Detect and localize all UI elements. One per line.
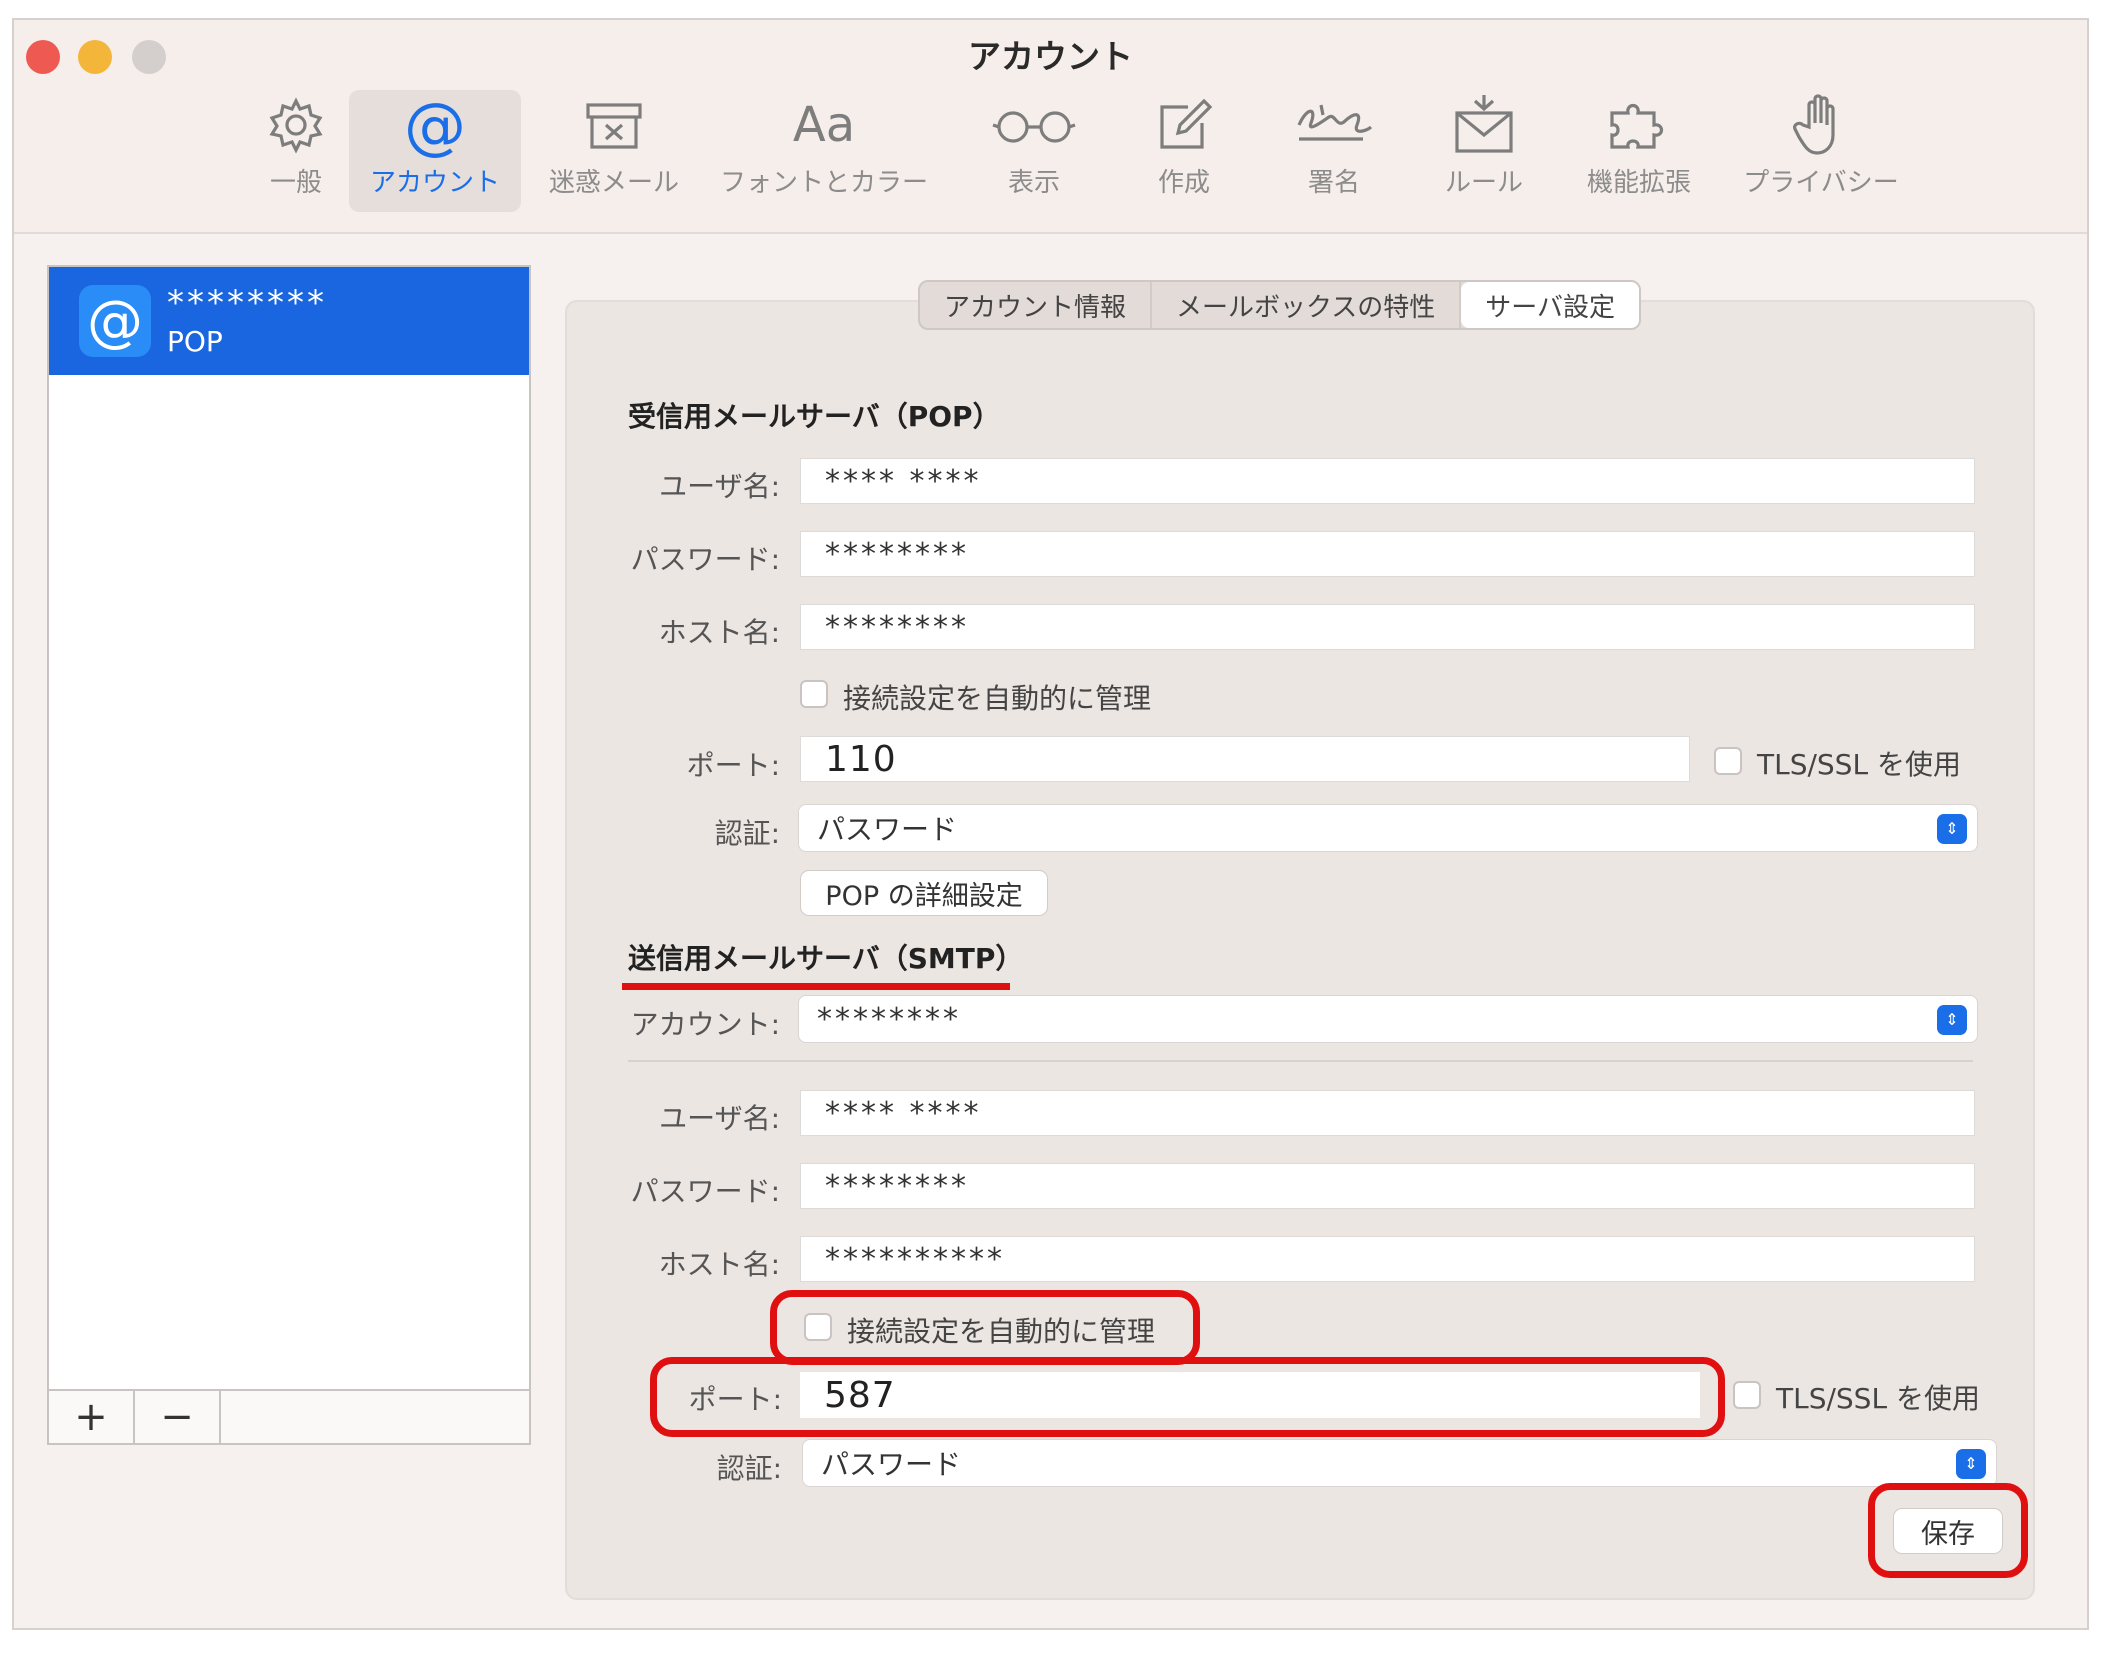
gear-icon <box>269 97 323 154</box>
highlight-underline <box>622 983 1010 990</box>
incoming-host-field[interactable]: ******** <box>800 604 1975 650</box>
incoming-password-field[interactable]: ******** <box>800 531 1975 577</box>
remove-account-button[interactable]: − <box>135 1391 221 1443</box>
glasses-icon <box>992 111 1076 143</box>
incoming-auth-value: パスワード <box>817 813 958 846</box>
toolbar-label: ルール <box>1444 168 1523 198</box>
toolbar-privacy[interactable]: プライバシー <box>1736 90 1906 212</box>
toolbar-general[interactable]: 一般 <box>236 90 356 212</box>
incoming-tls-checkbox[interactable] <box>1714 747 1742 775</box>
toolbar-label: アカウント <box>369 168 500 198</box>
signature-icon <box>1297 104 1373 141</box>
outgoing-account-value: ******** <box>817 1001 961 1037</box>
incoming-auth-label: 認証: <box>714 817 780 850</box>
add-account-button[interactable]: + <box>49 1391 135 1443</box>
outgoing-tls-checkbox[interactable] <box>1733 1381 1761 1409</box>
toolbar-fonts[interactable]: Aa フォントとカラー <box>709 90 939 212</box>
outgoing-auth-select[interactable]: パスワード ⇕ <box>802 1439 1997 1487</box>
chevron-updown-icon: ⇕ <box>1956 1449 1986 1479</box>
compose-icon <box>1160 98 1213 149</box>
titlebar: アカウント 一般 @ アカウント 迷惑メール Aa フォントとカラー 表示 作成 <box>14 20 2087 234</box>
toolbar-label: フォントとカラー <box>719 168 928 198</box>
outgoing-account-select[interactable]: ******** ⇕ <box>798 995 1978 1043</box>
window-title: アカウント <box>968 37 1133 76</box>
toolbar-label: プライバシー <box>1743 168 1899 198</box>
toolbar-extensions[interactable]: 機能拡張 <box>1574 90 1704 212</box>
outgoing-username-field[interactable]: **** **** <box>800 1090 1975 1136</box>
tab-mailbox-behaviors[interactable]: メールボックスの特性 <box>1152 282 1462 328</box>
separator <box>628 1060 1973 1062</box>
incoming-auth-select[interactable]: パスワード ⇕ <box>798 804 1978 852</box>
toolbar-label: 一般 <box>269 168 322 198</box>
toolbar-label: 表示 <box>1007 168 1060 198</box>
pop-advanced-button[interactable]: POP の詳細設定 <box>800 870 1048 916</box>
toolbar-accounts[interactable]: @ アカウント <box>349 88 521 212</box>
account-row-selected[interactable]: @ ******** POP <box>49 267 529 375</box>
account-list[interactable]: @ ******** POP + − <box>47 265 531 1445</box>
outgoing-port-label: ポート: <box>688 1383 782 1416</box>
account-list-toolbar: + − <box>47 1389 531 1445</box>
at-icon: @ <box>404 88 466 162</box>
at-icon: @ <box>79 285 151 357</box>
save-button[interactable]: 保存 <box>1893 1508 2003 1554</box>
incoming-port-field[interactable]: 110 <box>800 736 1690 782</box>
chevron-updown-icon: ⇕ <box>1937 1005 1967 1035</box>
incoming-port-label: ポート: <box>686 749 780 782</box>
outgoing-auth-label: 認証: <box>716 1452 782 1485</box>
incoming-username-field[interactable]: **** **** <box>800 458 1975 504</box>
incoming-auto-manage-checkbox[interactable] <box>800 680 828 708</box>
toolbar-rules[interactable]: ルール <box>1429 90 1539 212</box>
chevron-updown-icon: ⇕ <box>1937 814 1967 844</box>
incoming-password-label: パスワード: <box>630 543 780 576</box>
incoming-section-title: 受信用メールサーバ（POP） <box>628 400 1001 433</box>
toolbar-label: 署名 <box>1307 168 1360 198</box>
toolbar-compose[interactable]: 作成 <box>1134 90 1234 212</box>
outgoing-port-field[interactable]: 587 <box>800 1372 1700 1418</box>
outgoing-auto-manage-checkbox[interactable] <box>804 1313 832 1341</box>
incoming-username-label: ユーザ名: <box>659 470 780 503</box>
hand-icon <box>1793 94 1835 155</box>
outgoing-password-label: パスワード: <box>630 1175 780 1208</box>
junk-box-icon <box>586 103 642 149</box>
outgoing-host-label: ホスト名: <box>658 1248 780 1281</box>
account-name: ******** <box>167 283 327 323</box>
outgoing-account-label: アカウント: <box>630 1008 780 1041</box>
toolbar-junk[interactable]: 迷惑メール <box>534 90 694 212</box>
toolbar-label: 機能拡張 <box>1586 168 1691 198</box>
outgoing-section-title: 送信用メールサーバ（SMTP） <box>628 942 1024 975</box>
outgoing-username-label: ユーザ名: <box>659 1102 780 1135</box>
font-icon: Aa <box>792 97 856 153</box>
incoming-host-label: ホスト名: <box>658 616 780 649</box>
puzzle-icon <box>1610 103 1664 149</box>
outgoing-auto-manage-label: 接続設定を自動的に管理 <box>847 1315 1156 1348</box>
outgoing-auth-value: パスワード <box>821 1448 962 1481</box>
toolbar-view[interactable]: 表示 <box>979 90 1089 212</box>
toolbar-label: 作成 <box>1157 168 1210 198</box>
rules-envelope-icon <box>1455 95 1513 153</box>
toolbar-label: 迷惑メール <box>548 168 679 198</box>
tab-account-info[interactable]: アカウント情報 <box>920 282 1153 328</box>
incoming-tls-label: TLS/SSL を使用 <box>1757 748 1961 781</box>
account-type: POP <box>167 325 223 358</box>
incoming-auto-manage-label: 接続設定を自動的に管理 <box>843 682 1152 715</box>
outgoing-password-field[interactable]: ******** <box>800 1163 1975 1209</box>
outgoing-host-field[interactable]: ********** <box>800 1236 1975 1282</box>
tab-server-settings[interactable]: サーバ設定 <box>1461 282 1639 328</box>
toolbar-signatures[interactable]: 署名 <box>1279 90 1389 212</box>
outgoing-tls-label: TLS/SSL を使用 <box>1776 1382 1980 1415</box>
tab-bar: アカウント情報 メールボックスの特性 サーバ設定 <box>918 280 1641 330</box>
